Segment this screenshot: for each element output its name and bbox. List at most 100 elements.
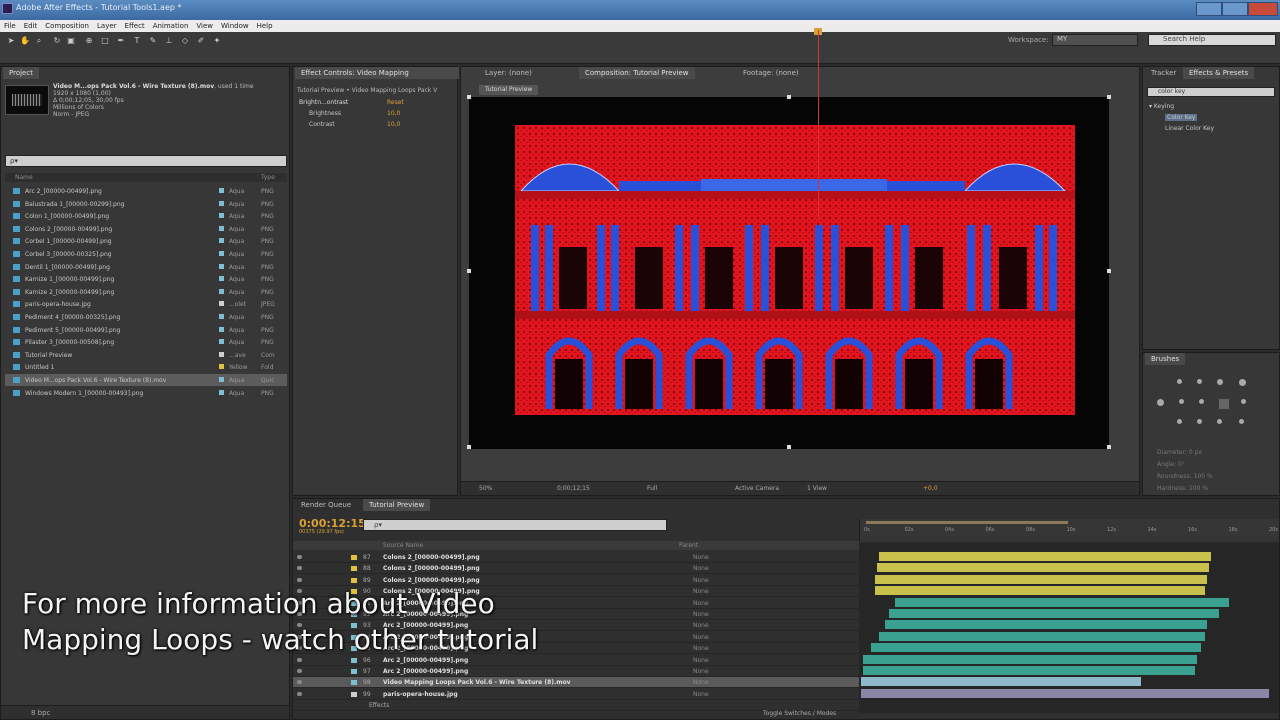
layer-duration-bar[interactable] (871, 643, 1201, 653)
resolution-dropdown[interactable]: Full (647, 485, 657, 492)
transform-handle[interactable] (787, 95, 791, 99)
project-item[interactable]: Arc 2_[00000-00499].png Aqua PNG (5, 185, 287, 197)
label-color-swatch[interactable] (219, 213, 224, 219)
text-tool-icon[interactable]: T (132, 36, 142, 46)
project-item[interactable]: Pilaster 3_[00000-00508].png Aqua PNG (5, 336, 287, 348)
visibility-eye-icon[interactable] (297, 577, 302, 582)
category-keying[interactable]: ▾ Keying (1149, 103, 1174, 110)
toggle-switches-modes[interactable]: Toggle Switches / Modes (763, 710, 836, 717)
tab-project[interactable]: Project (3, 67, 39, 79)
layer-parent-dropdown[interactable]: None (693, 668, 709, 675)
visibility-eye-icon[interactable] (297, 657, 302, 662)
effect-linear-color-key[interactable]: Linear Color Key (1165, 125, 1214, 132)
tab-composition[interactable]: Composition: Tutorial Preview (579, 67, 695, 79)
zoom-tool-icon[interactable]: ⌕ (34, 36, 44, 46)
timeline-layer-row[interactable]: 88 Colons 2_[00000-00499].png None (293, 563, 859, 575)
layer-duration-bar[interactable] (875, 574, 1207, 584)
project-item[interactable]: Tutorial Preview ...ave Com (5, 349, 287, 361)
search-help-input[interactable]: Search Help (1148, 34, 1276, 46)
timeline-layer-row[interactable]: 97 Arc 2_[00000-00499].png None (293, 666, 859, 677)
project-item[interactable]: Colon 1_[00000-00499].png Aqua PNG (5, 210, 287, 222)
layer-parent-dropdown[interactable]: None (693, 565, 709, 572)
effect-name[interactable]: Brightn...ontrast (299, 99, 348, 106)
layer-label-swatch[interactable] (351, 691, 357, 697)
effects-search-input[interactable]: color key (1147, 87, 1275, 97)
label-color-swatch[interactable] (219, 389, 224, 395)
current-time-display[interactable]: 0;00;12;15 (557, 485, 590, 492)
label-color-swatch[interactable] (219, 188, 224, 193)
layer-label-swatch[interactable] (351, 669, 357, 674)
menu-view[interactable]: View (196, 22, 213, 30)
clone-tool-icon[interactable]: ⊥ (164, 36, 174, 46)
eraser-tool-icon[interactable]: ◇ (180, 36, 190, 46)
hand-tool-icon[interactable]: ✋ (20, 36, 30, 46)
tab-brushes[interactable]: Brushes (1145, 353, 1186, 365)
layer-duration-bar[interactable] (879, 552, 1211, 561)
project-search-input[interactable]: ρ▾ (5, 155, 287, 167)
layer-duration-bar[interactable] (861, 677, 1141, 687)
tab-effect-controls[interactable]: Effect Controls: Video Mapping (295, 67, 459, 79)
label-color-swatch[interactable] (219, 276, 224, 282)
transform-handle[interactable] (1107, 269, 1111, 273)
layer-parent-dropdown[interactable]: None (693, 622, 709, 629)
column-type[interactable]: Type (261, 174, 275, 181)
tab-tracker[interactable]: Tracker (1145, 67, 1182, 79)
param-brightness-value[interactable]: 10,0 (387, 110, 400, 117)
layer-parent-dropdown[interactable]: None (693, 577, 709, 584)
layer-duration-bar[interactable] (863, 666, 1195, 675)
project-item[interactable]: Karnize 1_[00000-00499].png Aqua PNG (5, 273, 287, 285)
maximize-button[interactable] (1222, 2, 1248, 16)
layer-parent-dropdown[interactable]: None (693, 611, 709, 618)
project-item[interactable]: Untitled 1 Yellow Fold (5, 361, 287, 373)
menu-help[interactable]: Help (257, 22, 273, 30)
layer-parent-dropdown[interactable]: None (693, 645, 709, 652)
layer-duration-bar[interactable] (895, 597, 1229, 607)
magnification-dropdown[interactable]: 50% (479, 485, 492, 492)
visibility-eye-icon[interactable] (297, 566, 302, 571)
layer-duration-bar[interactable] (889, 609, 1219, 618)
tab-render-queue[interactable]: Render Queue (295, 499, 357, 511)
menu-animation[interactable]: Animation (153, 22, 189, 30)
roto-brush-icon[interactable]: ✐ (196, 36, 206, 46)
transform-handle[interactable] (467, 269, 471, 273)
brush-angle[interactable]: Angle: 0° (1157, 459, 1213, 471)
visibility-eye-icon[interactable] (297, 691, 302, 696)
selection-tool-icon[interactable]: ➤ (6, 36, 16, 46)
layer-parent-dropdown[interactable]: None (693, 634, 709, 641)
label-color-swatch[interactable] (219, 251, 224, 256)
timeline-layer-row[interactable]: 87 Colons 2_[00000-00499].png None (293, 552, 859, 563)
tab-layer[interactable]: Layer: (none) (479, 67, 538, 79)
visibility-eye-icon[interactable] (297, 680, 302, 685)
layer-parent-dropdown[interactable]: None (693, 600, 709, 607)
rotate-tool-icon[interactable]: ↻ (52, 36, 62, 46)
project-item[interactable]: Karnize 2_[00000-00499].png Aqua PNG (5, 286, 287, 298)
project-item[interactable]: Corbel 1_[00000-00499].png Aqua PNG (5, 235, 287, 247)
transform-handle[interactable] (467, 95, 471, 99)
layer-duration-bar[interactable] (879, 631, 1205, 641)
transform-handle[interactable] (1107, 445, 1111, 449)
brush-hardness[interactable]: Hardness: 100 % (1157, 483, 1213, 495)
label-color-swatch[interactable] (219, 225, 224, 231)
param-contrast-value[interactable]: 10,0 (387, 121, 400, 128)
close-button[interactable] (1248, 2, 1278, 16)
label-color-swatch[interactable] (219, 301, 224, 307)
project-item[interactable]: Corbel 3_[00000-00325].png Aqua PNG (5, 248, 287, 260)
layer-parent-dropdown[interactable]: None (693, 679, 709, 686)
layer-duration-bar[interactable] (877, 563, 1209, 573)
comp-subtab[interactable]: Tutorial Preview (479, 85, 539, 95)
workspace-dropdown[interactable]: MY (1052, 34, 1138, 46)
label-color-swatch[interactable] (219, 351, 224, 357)
camera-dropdown[interactable]: Active Camera (735, 485, 779, 492)
visibility-eye-icon[interactable] (297, 555, 302, 559)
label-color-swatch[interactable] (219, 200, 224, 206)
transform-handle[interactable] (1107, 95, 1111, 99)
timeline-search-input[interactable]: ρ▾ (363, 519, 667, 531)
exposure-value[interactable]: +0,0 (923, 485, 938, 492)
label-color-swatch[interactable] (219, 364, 224, 370)
column-parent[interactable]: Parent (679, 542, 698, 549)
work-area-bar[interactable] (866, 521, 1068, 524)
minimize-button[interactable] (1196, 2, 1222, 16)
label-color-swatch[interactable] (219, 288, 224, 294)
timeline-layer-row[interactable]: 99 paris-opera-house.jpg None (293, 689, 859, 700)
label-color-swatch[interactable] (219, 238, 224, 244)
